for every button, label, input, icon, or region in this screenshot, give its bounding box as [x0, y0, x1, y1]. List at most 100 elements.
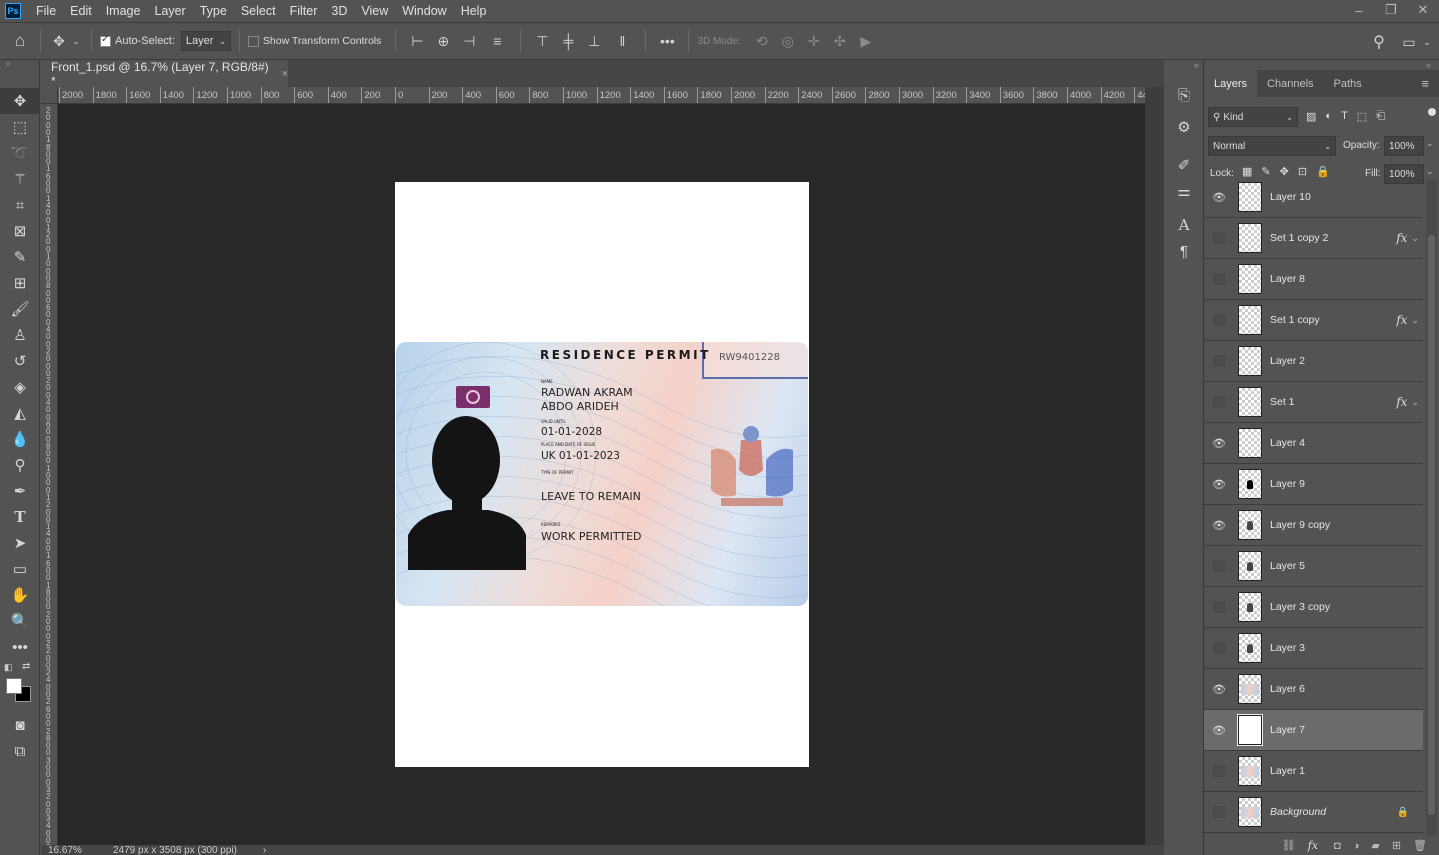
layer-row[interactable]: 👁 Layer 6: [1204, 669, 1423, 710]
align-bottom-icon[interactable]: ⊥: [581, 29, 607, 53]
3d-orbit-icon[interactable]: ⟲: [749, 29, 775, 53]
chevron-down-icon[interactable]: ⌄: [1420, 30, 1434, 54]
zoom-level[interactable]: 16.67%: [48, 845, 82, 855]
eyedropper-tool-icon[interactable]: ✎: [0, 244, 40, 270]
add-style-icon[interactable]: fx: [1308, 839, 1318, 852]
frame-tool-icon[interactable]: ⊠: [0, 218, 40, 244]
chevron-down-icon[interactable]: ⌄: [1426, 166, 1434, 177]
collapse-icon[interactable]: »: [0, 60, 39, 68]
chevron-down-icon[interactable]: ⌄: [1411, 233, 1419, 244]
foreground-color-swatch[interactable]: [6, 678, 22, 694]
lock-pixels-icon[interactable]: ✎: [1261, 165, 1270, 178]
document-tab[interactable]: Front_1.psd @ 16.7% (Layer 7, RGB/8#) * …: [41, 60, 288, 88]
layer-row[interactable]: Layer 3: [1204, 628, 1423, 669]
add-mask-icon[interactable]: ◘: [1334, 840, 1341, 852]
visibility-toggle[interactable]: [1204, 806, 1234, 818]
screen-mode-icon[interactable]: ⧉: [0, 738, 40, 764]
layer-row[interactable]: 👁 Layer 9: [1204, 464, 1423, 505]
swap-colors-icon[interactable]: ⇄: [22, 661, 30, 672]
paint-bucket-tool-icon[interactable]: ◭: [0, 400, 40, 426]
eye-icon[interactable]: 👁: [1204, 519, 1234, 532]
3d-roll-icon[interactable]: ◎: [775, 29, 801, 53]
distribute-vertical-icon[interactable]: ≡: [482, 29, 512, 53]
menu-3d[interactable]: 3D: [324, 4, 354, 18]
blur-tool-icon[interactable]: 💧: [0, 426, 40, 452]
type-tool-icon[interactable]: T: [0, 504, 40, 530]
align-center-icon[interactable]: ⊕: [430, 29, 456, 53]
layer-effects-icon[interactable]: fx: [1396, 395, 1407, 409]
visibility-toggle[interactable]: [1204, 396, 1234, 408]
zoom-tool-icon[interactable]: 🔍: [0, 608, 40, 634]
layer-effects-icon[interactable]: fx: [1396, 313, 1407, 327]
type-filter-icon[interactable]: T: [1341, 110, 1348, 123]
menu-select[interactable]: Select: [234, 4, 283, 18]
layer-row[interactable]: Layer 2: [1204, 341, 1423, 382]
restore-button[interactable]: ❐: [1375, 0, 1407, 20]
lock-position-icon[interactable]: ✥: [1280, 165, 1289, 178]
layers-scrollbar[interactable]: [1426, 180, 1437, 835]
close-tab-icon[interactable]: ×: [282, 68, 288, 80]
home-icon[interactable]: ⌂: [0, 29, 40, 53]
layer-effects-icon[interactable]: fx: [1396, 231, 1407, 245]
layer-row[interactable]: 👁 Layer 7: [1204, 710, 1423, 751]
move-tool-icon[interactable]: ✥: [0, 88, 40, 114]
layer-row[interactable]: Background 🔒: [1204, 792, 1423, 833]
auto-select-target-dropdown[interactable]: Layer ⌄: [180, 31, 231, 51]
layer-row[interactable]: Layer 3 copy: [1204, 587, 1423, 628]
layer-row[interactable]: 👁 Layer 4: [1204, 423, 1423, 464]
eye-icon[interactable]: 👁: [1204, 437, 1234, 450]
scrollbar-thumb[interactable]: [1428, 235, 1435, 815]
collapse-icon[interactable]: »: [1426, 60, 1431, 70]
close-window-button[interactable]: ✕: [1407, 0, 1439, 20]
menu-type[interactable]: Type: [193, 4, 234, 18]
horizontal-ruler[interactable]: 2000 1800 1600 1400 1200 1000 800 600 400 200 0 200…: [58, 87, 1146, 104]
history-brush-tool-icon[interactable]: ↺: [0, 348, 40, 374]
visibility-toggle[interactable]: [1204, 560, 1234, 572]
visibility-toggle[interactable]: [1204, 355, 1234, 367]
tab-channels[interactable]: Channels: [1257, 70, 1323, 97]
distribute-horizontal-icon[interactable]: ‖: [607, 29, 637, 53]
pixel-filter-icon[interactable]: ▨: [1306, 110, 1316, 123]
character-panel-icon[interactable]: A: [1164, 212, 1204, 238]
visibility-toggle[interactable]: [1204, 642, 1234, 654]
more-tools-icon[interactable]: •••: [0, 634, 40, 660]
link-layers-icon[interactable]: ⛓: [1282, 839, 1296, 852]
menu-file[interactable]: File: [29, 4, 63, 18]
adjustments-panel-icon[interactable]: ⚌: [1164, 178, 1204, 204]
layer-row[interactable]: Layer 1: [1204, 751, 1423, 792]
align-right-icon[interactable]: ⊣: [456, 29, 482, 53]
menu-layer[interactable]: Layer: [147, 4, 192, 18]
more-options-button[interactable]: •••: [654, 29, 680, 53]
menu-edit[interactable]: Edit: [63, 4, 99, 18]
paragraph-panel-icon[interactable]: ¶: [1164, 238, 1204, 264]
blend-mode-dropdown[interactable]: Normal ⌄: [1208, 136, 1336, 156]
chevron-down-icon[interactable]: ⌄: [1411, 315, 1419, 326]
stamp-tool-icon[interactable]: ♙: [0, 322, 40, 348]
align-middle-icon[interactable]: ╪: [555, 29, 581, 53]
workspace-icon[interactable]: ▭: [1398, 30, 1420, 54]
quick-mask-icon[interactable]: ◙: [0, 712, 40, 738]
default-colors-icon[interactable]: ◧: [4, 662, 13, 673]
opacity-input[interactable]: 100%: [1384, 136, 1424, 156]
brushes-panel-icon[interactable]: ✐: [1164, 152, 1204, 178]
panel-scroll-strip[interactable]: [1145, 87, 1164, 845]
align-left-icon[interactable]: ⊢: [404, 29, 430, 53]
shape-filter-icon[interactable]: ⬚: [1357, 110, 1367, 123]
eye-icon[interactable]: 👁: [1204, 683, 1234, 696]
auto-select-checkbox[interactable]: [100, 34, 111, 47]
layer-row[interactable]: Set 1 copy fx ⌄: [1204, 300, 1423, 341]
brush-tool-icon[interactable]: 🖌: [0, 296, 40, 322]
visibility-toggle[interactable]: [1204, 765, 1234, 777]
marquee-tool-icon[interactable]: ⬚: [0, 114, 40, 140]
filter-kind-dropdown[interactable]: ⚲ Kind ⌄: [1208, 107, 1298, 127]
crop-tool-icon[interactable]: ⌗: [0, 192, 40, 218]
eye-icon[interactable]: 👁: [1204, 724, 1234, 737]
magic-wand-tool-icon[interactable]: ⚚: [0, 166, 40, 192]
eye-icon[interactable]: 👁: [1204, 191, 1234, 204]
panel-menu-icon[interactable]: ≡: [1411, 70, 1439, 97]
layer-row[interactable]: Set 1 copy 2 fx ⌄: [1204, 218, 1423, 259]
new-layer-icon[interactable]: ⊞: [1392, 839, 1401, 852]
chevron-down-icon[interactable]: ⌄: [1426, 138, 1434, 149]
3d-slide-icon[interactable]: ✣: [827, 29, 853, 53]
delete-layer-icon[interactable]: 🗑: [1413, 839, 1427, 852]
